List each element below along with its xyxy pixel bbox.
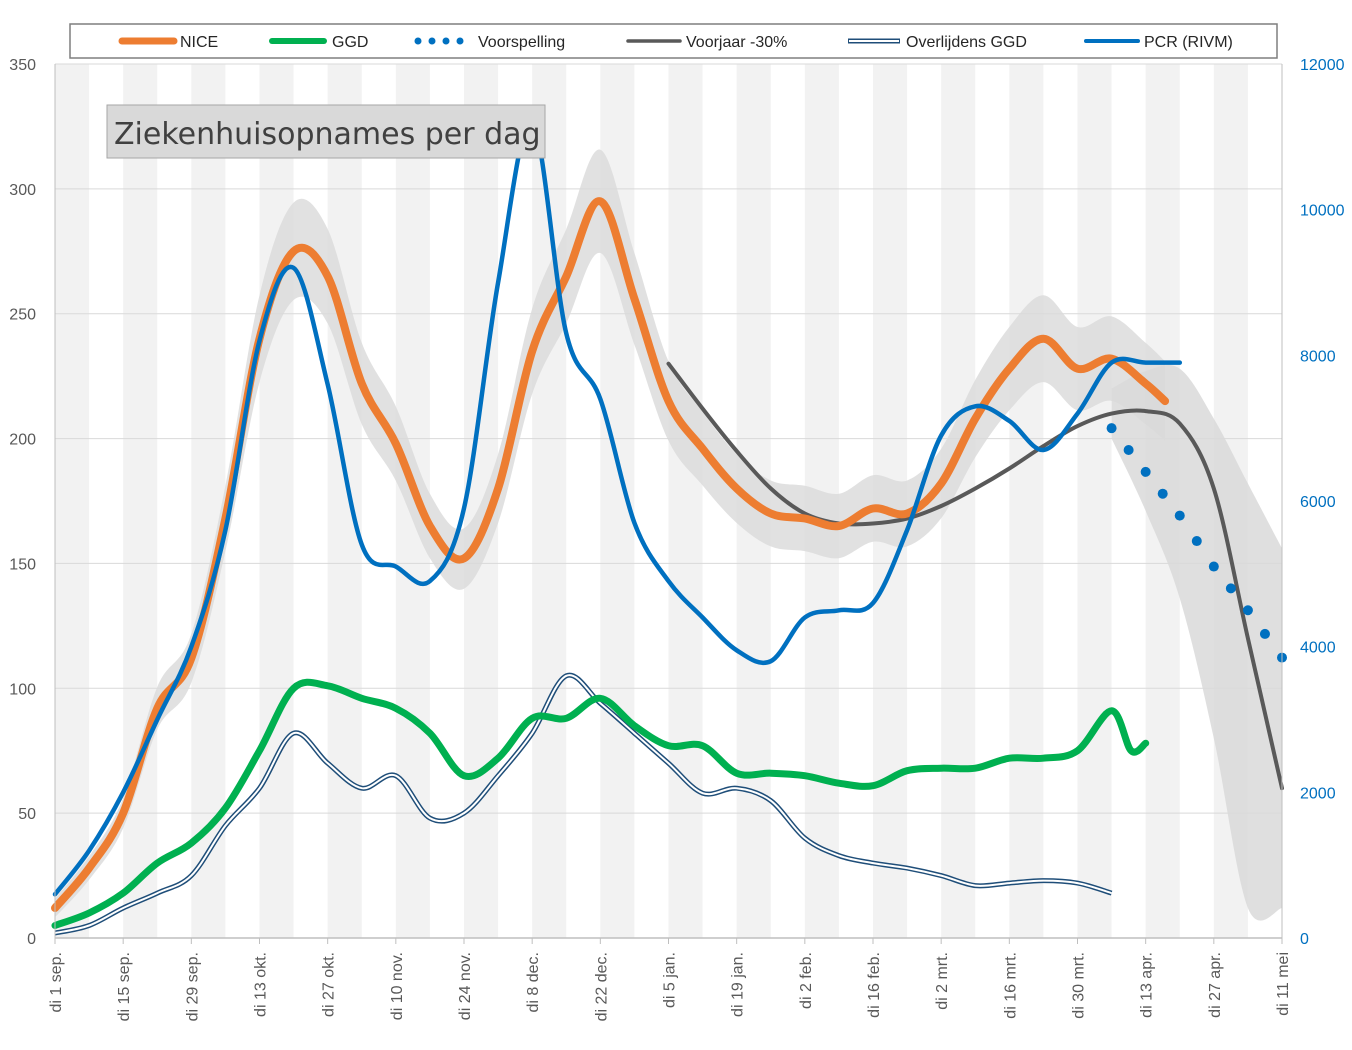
x-tick-label: di 10 nov.: [389, 952, 406, 1020]
forecast-point: [1242, 605, 1253, 616]
forecast-point: [1174, 510, 1185, 521]
forecast-point: [1140, 466, 1151, 477]
chart-title: Ziekenhuisopnames per dag: [114, 117, 541, 152]
week-band: [259, 64, 294, 938]
x-tick-label: di 1 sep.: [48, 952, 65, 1012]
y-right-tick-label: 12000: [1300, 57, 1345, 74]
y-right-tick-label: 0: [1300, 931, 1309, 948]
chart-title-box: Ziekenhuisopnames per dag: [106, 104, 546, 159]
y-left-tick-label: 150: [9, 556, 36, 573]
x-tick-label: di 11 mei: [1275, 952, 1292, 1016]
x-tick-label: di 29 sep.: [184, 952, 201, 1021]
week-band: [1009, 64, 1044, 938]
week-band: [668, 64, 703, 938]
x-tick-label: di 5 jan.: [662, 952, 679, 1008]
y-left-tick-label: 250: [9, 307, 36, 324]
week-band: [327, 64, 362, 938]
x-tick-label: di 19 jan.: [730, 952, 747, 1017]
y-left-tick-label: 300: [9, 182, 36, 199]
forecast-point: [1208, 561, 1219, 572]
legend-label: GGD: [332, 34, 368, 51]
x-tick-label: di 27 okt.: [321, 952, 338, 1017]
x-tick-label: di 24 nov.: [457, 952, 474, 1020]
y-left-tick-label: 350: [9, 57, 36, 74]
x-tick-label: di 8 dec.: [525, 952, 542, 1012]
forecast-point: [1191, 536, 1202, 547]
y-right-tick-label: 4000: [1300, 640, 1336, 657]
forecast-point: [1123, 445, 1134, 456]
legend-label: PCR (RIVM): [1144, 34, 1233, 51]
y-left-tick-label: 50: [18, 806, 36, 823]
legend-label: Overlijdens GGD: [906, 34, 1027, 51]
forecast-point: [1225, 583, 1236, 594]
x-tick-label: di 16 mrt.: [1002, 952, 1019, 1019]
x-tick-label: di 13 okt.: [253, 952, 270, 1017]
x-tick-label: di 13 apr.: [1139, 952, 1156, 1018]
legend-label: Voorjaar -30%: [686, 34, 787, 51]
y-right-tick-label: 8000: [1300, 348, 1336, 365]
y-left-tick-label: 100: [9, 681, 36, 698]
y-right-tick-label: 6000: [1300, 494, 1336, 511]
week-band: [191, 64, 226, 938]
x-tick-label: di 16 feb.: [866, 952, 883, 1018]
y-left-tick-label: 0: [27, 931, 36, 948]
week-band: [55, 64, 90, 938]
legend-label: NICE: [180, 34, 218, 51]
y-right-tick-label: 10000: [1300, 203, 1345, 220]
x-tick-label: di 22 dec.: [593, 952, 610, 1021]
legend-swatch: [442, 37, 450, 45]
x-tick-label: di 27 apr.: [1207, 952, 1224, 1018]
legend-swatch: [456, 37, 464, 45]
forecast-point: [1259, 628, 1270, 639]
forecast-point: [1157, 488, 1168, 499]
x-tick-label: di 2 feb.: [798, 952, 815, 1009]
legend: NICE GGD Voorspelling Voorjaar -30% Overlijd…: [69, 23, 1278, 59]
x-tick-label: di 2 mrt.: [934, 952, 951, 1010]
x-tick-label: di 15 sep.: [116, 952, 133, 1021]
legend-swatch: [414, 37, 422, 45]
week-band: [1077, 64, 1112, 938]
legend-swatch: [428, 37, 436, 45]
y-left-tick-label: 200: [9, 432, 36, 449]
week-band: [532, 64, 567, 938]
x-tick-label: di 30 mrt.: [1071, 952, 1088, 1019]
legend-label: Voorspelling: [478, 34, 565, 51]
chart: 0 50 100 150 200 250 300 350 0 2000 4000 6000 8000 10…: [9, 23, 1345, 1021]
y-right-tick-label: 2000: [1300, 785, 1336, 802]
forecast-point: [1106, 423, 1117, 434]
